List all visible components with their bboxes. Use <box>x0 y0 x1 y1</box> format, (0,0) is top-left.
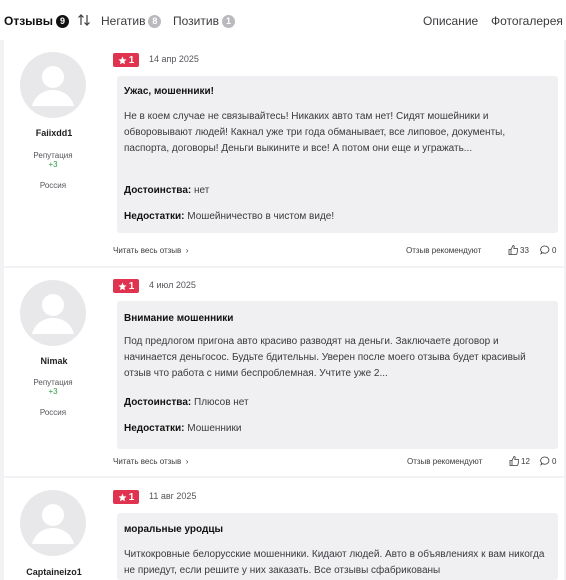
rating-value: 1 <box>128 491 135 503</box>
comments-count: 0 <box>552 245 557 255</box>
avatar[interactable] <box>20 490 86 556</box>
pros-value: нет <box>194 185 210 196</box>
review-body: моральные уродцы Читкокровные белорусски… <box>117 513 558 580</box>
rating-value: 1 <box>128 54 135 66</box>
review-author[interactable]: Nimak <box>4 356 104 366</box>
review-date: 14 апр 2025 <box>149 54 199 64</box>
comment-icon <box>540 456 550 466</box>
tab-reviews[interactable]: Отзывы 9 <box>4 14 70 28</box>
recommend-label: Отзыв рекомендуют <box>406 246 482 255</box>
tab-negative-label: Негатив <box>101 14 146 28</box>
review-cons: Недостатки: Мошейничество в чистом виде! <box>124 211 334 222</box>
comments-button[interactable]: 0 <box>540 456 556 466</box>
review-date: 4 июл 2025 <box>149 280 196 290</box>
tab-positive[interactable]: Позитив 1 <box>173 14 235 28</box>
tab-positive-label: Позитив <box>173 14 219 28</box>
star-icon <box>118 493 127 501</box>
review-date: 11 авг 2025 <box>149 491 197 501</box>
rating-value: 1 <box>128 280 135 292</box>
read-full-review-link[interactable]: Читать весь отзыв › <box>113 457 188 466</box>
rating-badge: 1 <box>113 53 139 67</box>
like-button[interactable]: 12 <box>509 456 530 466</box>
comments-button[interactable]: 0 <box>540 245 556 255</box>
cons-value: Мошейничество в чистом виде! <box>187 211 335 222</box>
cons-value: Мошенники <box>187 423 242 434</box>
reputation-label: Репутация <box>33 151 73 160</box>
rating-badge: 1 <box>113 490 139 504</box>
rating-badge: 1 <box>113 279 139 293</box>
read-full-review-label: Читать весь отзыв <box>113 246 182 255</box>
author-country: Россия <box>39 181 67 190</box>
review-author[interactable]: Faiixdd1 <box>4 128 104 138</box>
comment-icon <box>540 245 550 255</box>
tab-reviews-label: Отзывы <box>4 14 54 28</box>
avatar[interactable] <box>20 280 86 346</box>
pros-value: Плюсов нет <box>194 397 249 408</box>
review-body: Внимание мошенники Под предлогом пригона… <box>117 301 558 449</box>
like-button[interactable]: 33 <box>508 245 529 255</box>
review-cons: Недостатки: Мошенники <box>124 423 241 434</box>
review-title: Внимание мошенники <box>124 313 234 324</box>
review-text: Не в коем случае не связывайтесь! Никаки… <box>124 111 506 154</box>
cons-label: Недостатки: <box>124 423 185 434</box>
thumbs-up-icon <box>509 456 519 466</box>
tab-description-label: Описание <box>423 14 479 28</box>
review-card: Captaineizo1 1 11 авг 2025 моральные уро… <box>4 478 564 580</box>
reputation-label: Репутация <box>33 378 73 387</box>
reviews-tabs-bar: Отзывы 9 Негатив 8 Позитив 1 Описание Фо… <box>0 0 566 40</box>
cons-label: Недостатки: <box>124 211 185 222</box>
review-pros: Достоинства: Плюсов нет <box>124 397 249 408</box>
review-text: Под предлогом пригона авто красиво разво… <box>124 336 526 379</box>
read-full-review-label: Читать весь отзыв <box>113 457 182 466</box>
tab-positive-count: 1 <box>221 14 235 28</box>
read-full-review-link[interactable]: Читать весь отзыв › <box>113 246 188 255</box>
review-pros: Достоинства: нет <box>124 185 209 196</box>
reputation-value: +3 <box>48 387 58 396</box>
sort-icon[interactable] <box>77 13 91 32</box>
thumbs-up-icon <box>508 245 518 255</box>
chevron-right-icon: › <box>183 246 189 255</box>
avatar[interactable] <box>20 52 86 118</box>
pros-label: Достоинства: <box>124 397 192 408</box>
pros-label: Достоинства: <box>124 185 192 196</box>
review-card: Nimak Репутация +3 Россия 1 4 июл 2025 В… <box>4 268 564 476</box>
star-icon <box>118 282 127 290</box>
review-card: Faiixdd1 Репутация +3 Россия 1 14 апр 20… <box>4 40 564 266</box>
reputation-value: +3 <box>48 160 58 169</box>
tab-gallery-label: Фотогалерея <box>491 14 563 28</box>
likes-count: 12 <box>521 456 530 466</box>
tab-gallery[interactable]: Фотогалерея <box>491 14 563 28</box>
review-body: Ужас, мошенники! Не в коем случае не свя… <box>117 76 558 233</box>
tab-negative-count: 8 <box>148 14 162 28</box>
tab-reviews-count: 9 <box>56 14 70 28</box>
recommend-label: Отзыв рекомендуют <box>407 457 483 466</box>
likes-count: 33 <box>520 245 529 255</box>
review-text: Читкокровные белорусские мошенники. Кида… <box>124 549 545 576</box>
chevron-right-icon: › <box>183 457 189 466</box>
tab-negative[interactable]: Негатив 8 <box>101 14 162 28</box>
author-country: Россия <box>39 408 67 417</box>
star-icon <box>118 56 127 64</box>
comments-count: 0 <box>552 456 557 466</box>
review-author[interactable]: Captaineizo1 <box>4 567 104 577</box>
review-title: Ужас, мошенники! <box>124 86 214 97</box>
review-title: моральные уродцы <box>124 524 224 535</box>
tab-description[interactable]: Описание <box>423 14 478 28</box>
